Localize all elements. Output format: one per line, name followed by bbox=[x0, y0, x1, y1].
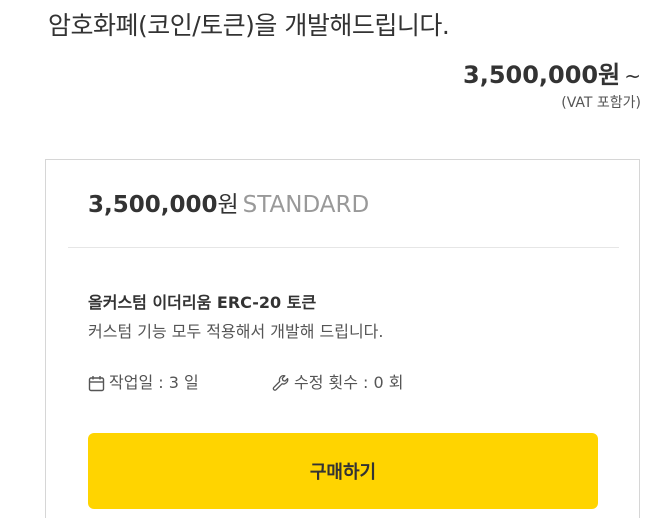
package-price: 3,500,000원 bbox=[88, 192, 239, 218]
wrench-icon bbox=[272, 374, 294, 392]
package-price-unit: 원 bbox=[217, 192, 239, 218]
package-price-amount: 3,500,000 bbox=[88, 192, 218, 218]
revision-count: 수정 횟수 : 0 회 bbox=[272, 370, 404, 396]
price-summary: 3,500,000원 ~ (VAT 포함가) bbox=[463, 58, 641, 113]
calendar-icon bbox=[88, 375, 109, 392]
package-meta: 작업일 : 3 일 수정 횟수 : 0 회 bbox=[88, 370, 588, 396]
package-title: 올커스텀 이더리움 ERC-20 토큰 bbox=[88, 293, 317, 312]
package-tier: STANDARD bbox=[242, 192, 370, 218]
package-card: 3,500,000원 STANDARD 올커스텀 이더리움 ERC-20 토큰 커… bbox=[45, 159, 640, 518]
buy-button[interactable]: 구매하기 bbox=[88, 433, 598, 509]
vat-note: (VAT 포함가) bbox=[561, 95, 641, 111]
starting-price-suffix: ~ bbox=[624, 64, 641, 88]
work-days: 작업일 : 3 일 bbox=[88, 370, 199, 396]
package-divider bbox=[68, 247, 619, 248]
starting-price-amount: 3,500,000 bbox=[463, 61, 599, 89]
service-detail-page: 암호화폐(코인/토큰)을 개발해드립니다. 3,500,000원 ~ (VAT 포… bbox=[0, 0, 669, 518]
revisions-label: 수정 횟수 : 0 회 bbox=[294, 373, 404, 392]
starting-price: 3,500,000원 ~ bbox=[463, 58, 641, 93]
package-description: 커스텀 기능 모두 적용해서 개발해 드립니다. bbox=[88, 322, 384, 341]
starting-price-unit: 원 bbox=[598, 61, 621, 89]
service-title: 암호화폐(코인/토큰)을 개발해드립니다. bbox=[48, 11, 450, 40]
package-header: 3,500,000원 STANDARD bbox=[88, 188, 369, 222]
work-days-label: 작업일 : 3 일 bbox=[109, 373, 199, 392]
